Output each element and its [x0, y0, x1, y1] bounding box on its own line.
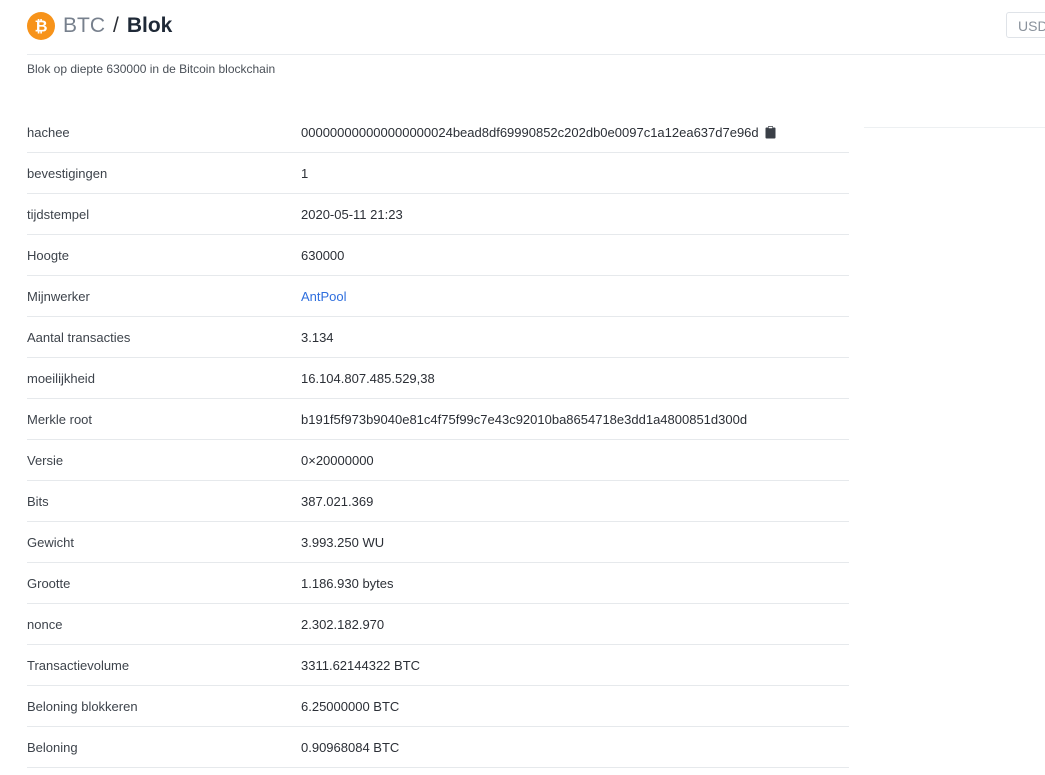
detail-row-nonce: nonce 2.302.182.970	[27, 604, 849, 645]
bitcoin-logo-icon: ₿	[27, 12, 55, 40]
breadcrumb-separator: /	[113, 14, 119, 37]
detail-row-tx-volume: Transactievolume 3311.62144322 BTC	[27, 645, 849, 686]
header-divider	[27, 54, 1045, 55]
detail-row-version: Versie 0×20000000	[27, 440, 849, 481]
breadcrumb: ₿ BTC / Blok	[27, 10, 172, 42]
detail-label: Versie	[27, 452, 64, 468]
detail-row-bits: Bits 387.021.369	[27, 481, 849, 522]
detail-row-tx-count: Aantal transacties 3.134	[27, 317, 849, 358]
detail-label: moeilijkheid	[27, 370, 95, 386]
detail-label: Beloning blokkeren	[27, 698, 138, 714]
detail-label: Merkle root	[27, 411, 93, 427]
block-page: ₿ BTC / Blok USD Blok op diepte 630000 i…	[0, 0, 1045, 775]
detail-label: Beloning	[27, 739, 78, 755]
detail-label: Mijnwerker	[27, 288, 90, 304]
detail-row-timestamp: tijdstempel 2020-05-11 21:23	[27, 194, 849, 235]
side-divider	[864, 127, 1045, 128]
detail-value: 0.90968084 BTC	[301, 739, 400, 755]
detail-row-difficulty: moeilijkheid 16.104.807.485.529,38	[27, 358, 849, 399]
detail-label: Hoogte	[27, 247, 69, 263]
detail-value: 000000000000000000024bead8df69990852c202…	[301, 125, 776, 140]
detail-row-block-reward: Beloning blokkeren 6.25000000 BTC	[27, 686, 849, 727]
detail-value: 387.021.369	[301, 493, 374, 509]
detail-value: 1.186.930 bytes	[301, 575, 394, 591]
detail-value: 3311.62144322 BTC	[301, 657, 421, 673]
page-title: Blok	[126, 14, 173, 37]
detail-value: 0×20000000	[301, 452, 374, 468]
block-details-table: hachee 000000000000000000024bead8df69990…	[27, 112, 849, 768]
clipboard-icon[interactable]	[765, 125, 776, 139]
detail-label: hachee	[27, 124, 70, 140]
detail-row-weight: Gewicht 3.993.250 WU	[27, 522, 849, 563]
detail-row-height: Hoogte 630000	[27, 235, 849, 276]
detail-value: 6.25000000 BTC	[301, 698, 400, 714]
detail-label: tijdstempel	[27, 206, 90, 222]
detail-label: Transactievolume	[27, 657, 130, 673]
detail-value: 2.302.182.970	[301, 616, 385, 632]
detail-row-miner: Mijnwerker AntPool	[27, 276, 849, 317]
detail-value: 3.993.250 WU	[301, 534, 385, 550]
detail-row-confirmations: bevestigingen 1	[27, 153, 849, 194]
detail-value: 630000	[301, 247, 345, 263]
miner-link[interactable]: AntPool	[301, 289, 347, 304]
breadcrumb-coin-link[interactable]: BTC	[63, 14, 105, 38]
detail-value: 2020-05-11 21:23	[301, 206, 403, 222]
detail-value: 16.104.807.485.529,38	[301, 370, 435, 386]
detail-row-size: Grootte 1.186.930 bytes	[27, 563, 849, 604]
detail-value: 1	[301, 165, 309, 181]
detail-value: 3.134	[301, 329, 334, 345]
detail-value: b191f5f973b9040e81c4f75f99c7e43c92010ba8…	[301, 411, 748, 427]
detail-label: Grootte	[27, 575, 71, 591]
detail-row-merkle-root: Merkle root b191f5f973b9040e81c4f75f99c7…	[27, 399, 849, 440]
detail-label: nonce	[27, 616, 63, 632]
page-subtitle: Blok op diepte 630000 in de Bitcoin bloc…	[27, 62, 276, 76]
svg-text:₿: ₿	[34, 17, 47, 35]
block-hash-value: 000000000000000000024bead8df69990852c202…	[301, 124, 759, 140]
detail-label: Aantal transacties	[27, 329, 131, 345]
detail-label: Bits	[27, 493, 49, 509]
detail-label: Gewicht	[27, 534, 74, 550]
detail-label: bevestigingen	[27, 165, 108, 181]
currency-selector-button[interactable]: USD	[1006, 12, 1045, 38]
detail-row-fee-reward: Beloning 0.90968084 BTC	[27, 727, 849, 768]
detail-row-hash: hachee 000000000000000000024bead8df69990…	[27, 112, 849, 153]
